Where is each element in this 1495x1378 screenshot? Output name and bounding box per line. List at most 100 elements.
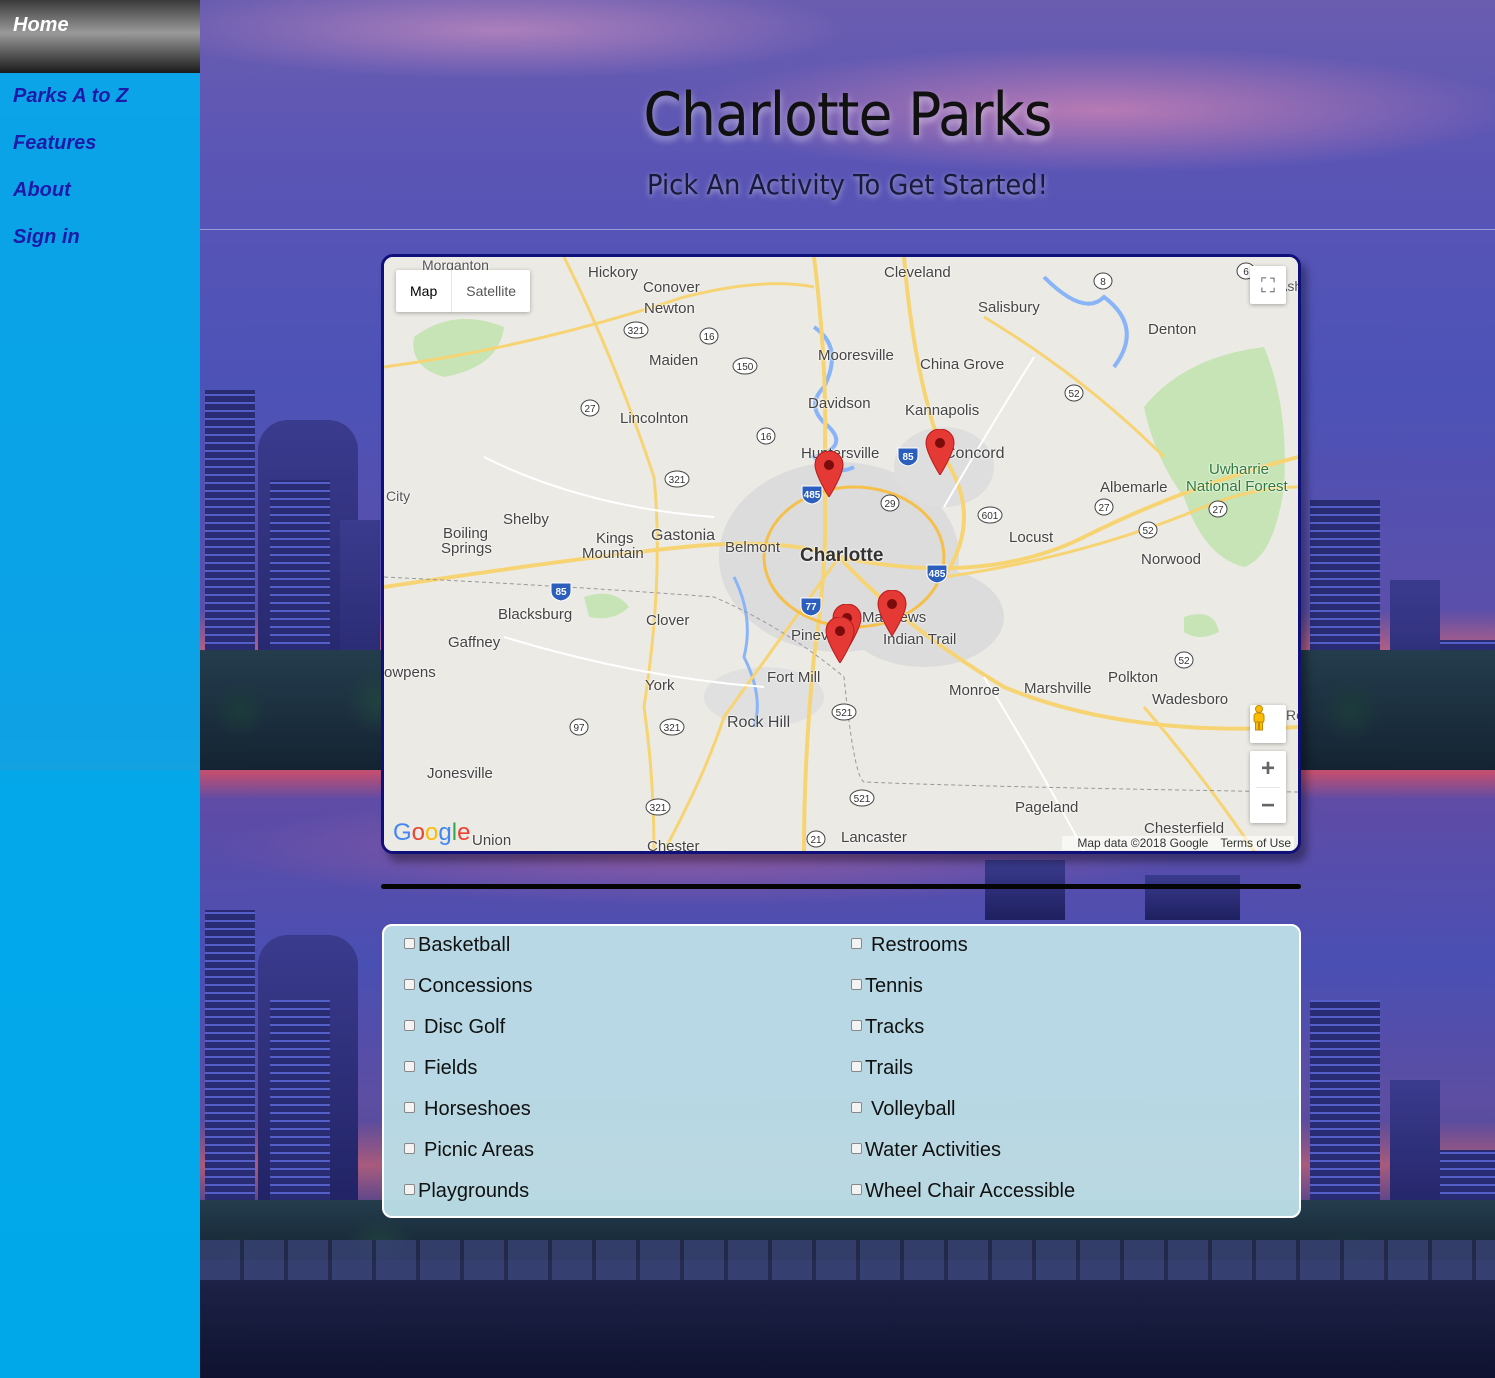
route-shield-number: 150 <box>737 362 754 373</box>
activity-label: Restrooms <box>871 934 968 956</box>
route-shield: 150 <box>732 357 758 375</box>
activity-label: Wheel Chair Accessible <box>865 1180 1076 1202</box>
route-shield-number: 321 <box>650 803 667 814</box>
checkbox[interactable] <box>851 1143 862 1154</box>
activity-checkbox-picnic-areas[interactable]: Picnic Areas <box>404 1139 534 1162</box>
activity-label: Tracks <box>865 1016 925 1038</box>
park-marker[interactable] <box>877 590 907 636</box>
terms-of-use-link[interactable]: Terms of Use <box>1220 836 1291 850</box>
checkbox[interactable] <box>851 1020 862 1031</box>
route-shield: 97 <box>569 718 589 736</box>
fullscreen-icon: ⛶ <box>1261 273 1275 297</box>
checkbox[interactable] <box>851 1184 862 1195</box>
google-logo: Google <box>393 819 471 846</box>
map-data-credit: Map data ©2018 Google <box>1077 836 1209 850</box>
checkbox[interactable] <box>404 979 415 990</box>
activity-label: Fields <box>424 1057 478 1079</box>
route-shield-number: 52 <box>1068 389 1080 400</box>
checkbox[interactable] <box>851 979 862 990</box>
checkbox[interactable] <box>851 1102 862 1113</box>
checkbox[interactable] <box>404 1184 415 1195</box>
pegman-icon <box>1253 705 1265 731</box>
checkbox[interactable] <box>404 1143 415 1154</box>
park-marker[interactable] <box>925 429 955 475</box>
route-shield: 52 <box>1174 651 1194 669</box>
route-shield-number: 16 <box>760 432 772 443</box>
activity-label: Playgrounds <box>418 1180 530 1202</box>
activity-label: Concessions <box>418 975 533 997</box>
route-shield: 321 <box>623 321 649 339</box>
zoom-out-button[interactable]: − <box>1250 788 1286 824</box>
route-shield-number: 321 <box>664 723 681 734</box>
route-shield: 521 <box>831 703 857 721</box>
checkbox[interactable] <box>404 938 415 949</box>
checkbox[interactable] <box>404 1061 415 1072</box>
nav-about[interactable]: About <box>0 167 200 214</box>
checkbox[interactable] <box>404 1102 415 1113</box>
route-shield-number: 85 <box>902 452 914 463</box>
route-shield-number: 27 <box>1212 505 1224 516</box>
activity-checkbox-fields[interactable]: Fields <box>404 1057 477 1080</box>
street-view-button[interactable] <box>1250 705 1286 743</box>
checkbox[interactable] <box>851 1061 862 1072</box>
activity-checkbox-basketball[interactable]: Basketball <box>404 934 510 957</box>
page-header: Charlotte Parks Pick An Activity To Get … <box>200 0 1495 229</box>
activity-checkbox-concessions[interactable]: Concessions <box>404 975 533 998</box>
route-shield-number: 321 <box>628 326 645 337</box>
activity-checkbox-trails[interactable]: Trails <box>851 1057 913 1080</box>
activity-checkbox-playgrounds[interactable]: Playgrounds <box>404 1180 529 1203</box>
page-subtitle: Pick An Activity To Get Started! <box>647 168 1048 201</box>
activity-checkbox-wheel-chair-accessible[interactable]: Wheel Chair Accessible <box>851 1180 1075 1203</box>
route-shield-number: 85 <box>555 587 567 598</box>
fullscreen-button[interactable]: ⛶ <box>1250 266 1286 304</box>
activity-label: Volleyball <box>871 1098 956 1120</box>
route-shield: 16 <box>699 327 719 345</box>
map-type-map-button[interactable]: Map <box>396 270 453 312</box>
route-shield-number: 77 <box>805 602 817 613</box>
route-shield-number: 521 <box>836 708 853 719</box>
activity-label: Picnic Areas <box>424 1139 535 1161</box>
nav-home[interactable]: Home <box>0 0 200 73</box>
nav-sign-in[interactable]: Sign in <box>0 214 200 261</box>
route-shield: 52 <box>1064 384 1084 402</box>
activity-checkbox-disc-golf[interactable]: Disc Golf <box>404 1016 505 1039</box>
sidebar-lower-panel <box>0 770 200 1378</box>
activity-checkbox-volleyball[interactable]: Volleyball <box>851 1098 956 1121</box>
route-shield-number: 27 <box>1098 503 1110 514</box>
activity-label: Basketball <box>418 934 511 956</box>
map-type-satellite-button[interactable]: Satellite <box>452 270 530 312</box>
activity-label: Horseshoes <box>424 1098 531 1120</box>
activity-checkbox-tennis[interactable]: Tennis <box>851 975 923 998</box>
activity-checkbox-restrooms[interactable]: Restrooms <box>851 934 968 957</box>
page-title: Charlotte Parks <box>643 80 1052 150</box>
park-marker[interactable] <box>825 617 855 663</box>
nav-parks-a-to-z[interactable]: Parks A to Z <box>0 73 200 120</box>
zoom-in-button[interactable]: + <box>1250 751 1286 787</box>
route-shield: 85 <box>897 447 919 467</box>
activity-label: Trails <box>865 1057 914 1079</box>
activity-filter-panel: Basketball Concessions Disc Golf Fields … <box>382 924 1301 1218</box>
checkbox[interactable] <box>851 938 862 949</box>
route-shield: 16 <box>756 427 776 445</box>
route-shield-number: 27 <box>584 404 596 415</box>
route-shield: 77 <box>800 597 822 617</box>
route-shield-number: 321 <box>669 475 686 486</box>
google-map[interactable]: Morganton Hickory Cleveland Conover Newt… <box>381 254 1301 854</box>
activity-checkbox-tracks[interactable]: Tracks <box>851 1016 924 1039</box>
route-shield-number: 6 <box>1243 267 1249 278</box>
route-shield: 27 <box>1094 498 1114 516</box>
park-marker[interactable] <box>814 451 844 497</box>
activity-label: Disc Golf <box>424 1016 506 1038</box>
route-shield-number: 29 <box>884 499 896 510</box>
activity-label: Water Activities <box>865 1139 1001 1161</box>
checkbox[interactable] <box>404 1020 415 1031</box>
route-shield-number: 485 <box>929 569 946 580</box>
route-shields: 32116150271632148585296015227 27528648585… <box>550 262 1256 848</box>
route-shield-number: 601 <box>982 511 999 522</box>
header-divider <box>200 229 1495 230</box>
activity-checkbox-water-activities[interactable]: Water Activities <box>851 1139 1001 1162</box>
route-shield: 321 <box>659 718 685 736</box>
nav-features[interactable]: Features <box>0 120 200 167</box>
activity-checkbox-horseshoes[interactable]: Horseshoes <box>404 1098 531 1121</box>
section-divider <box>381 884 1301 889</box>
